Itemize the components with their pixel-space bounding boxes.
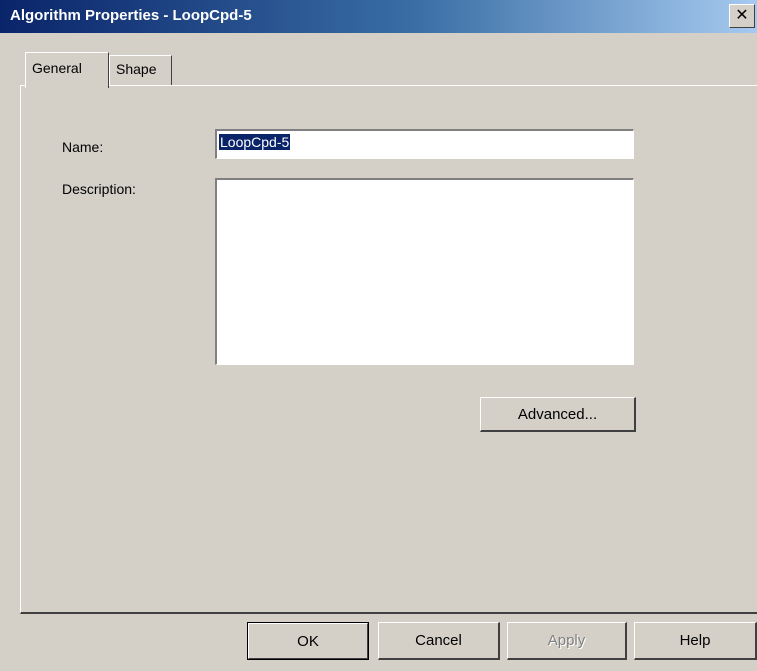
cancel-button[interactable]: Cancel [378, 622, 500, 660]
title-bar[interactable]: Algorithm Properties - LoopCpd-5 ✕ [0, 0, 757, 33]
apply-button-label: Apply [547, 632, 586, 649]
tab-shape-label: Shape [116, 61, 157, 77]
apply-button[interactable]: Apply [507, 622, 627, 660]
tab-shape[interactable]: Shape [109, 55, 172, 85]
help-button[interactable]: Help [634, 622, 757, 660]
window-title: Algorithm Properties - LoopCpd-5 [10, 7, 252, 24]
ok-button-label: OK [297, 632, 319, 650]
tab-general[interactable]: General [25, 52, 109, 88]
close-button[interactable]: ✕ [729, 4, 755, 28]
tab-general-label: General [32, 60, 82, 76]
ok-button[interactable]: OK [247, 622, 369, 660]
help-button-label: Help [679, 632, 711, 649]
general-tab-panel [20, 85, 757, 614]
close-icon: ✕ [735, 7, 749, 24]
cancel-button-label: Cancel [415, 632, 462, 649]
